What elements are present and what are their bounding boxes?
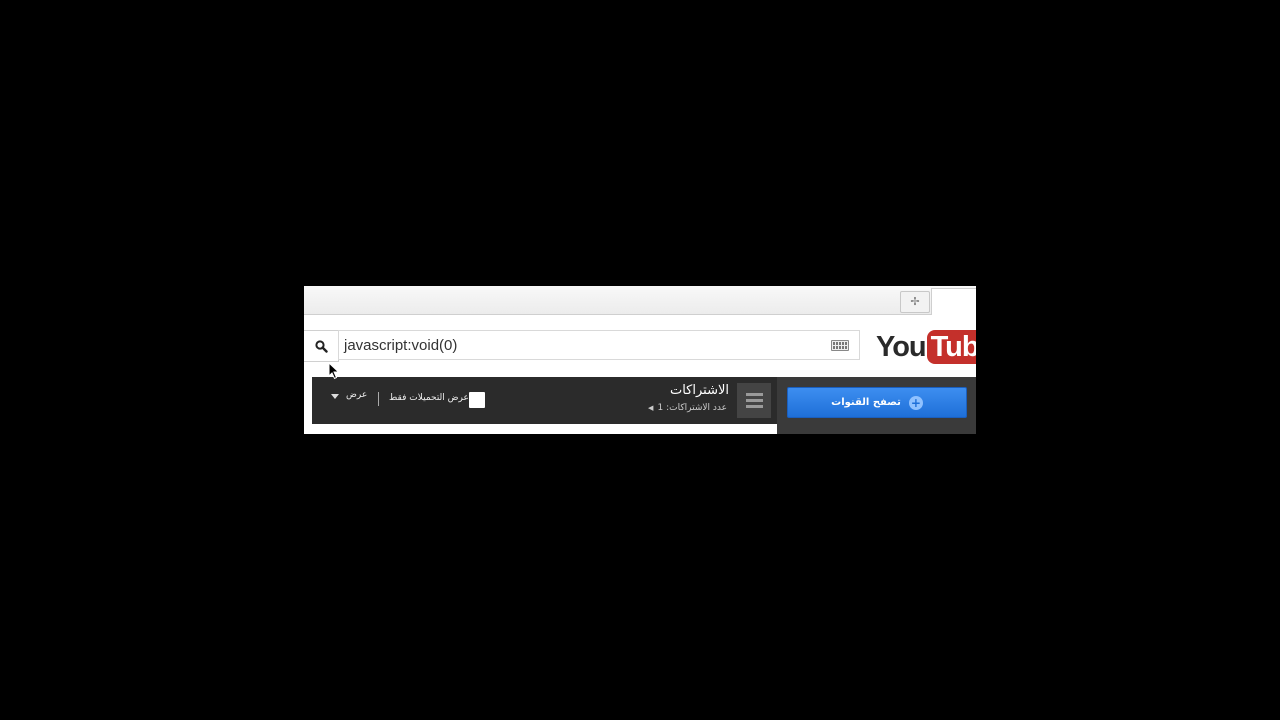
divider xyxy=(378,392,379,406)
logo-text-tube: Tube xyxy=(926,330,976,364)
subscriptions-bar: عرض عرض التحميلات فقط ◀ عدد الاشتراكات: … xyxy=(312,377,777,424)
chevron-left-icon[interactable]: ◀ xyxy=(648,404,653,412)
search-input[interactable]: javascript:void(0) xyxy=(338,330,860,360)
browse-channels-button[interactable]: تصفح القنوات + xyxy=(787,387,967,418)
logo-text-you: You xyxy=(876,330,927,363)
view-menu-label[interactable]: عرض xyxy=(346,390,367,400)
tab-strip: ✢ xyxy=(304,286,976,315)
browse-panel: تصفح القنوات + xyxy=(777,377,976,434)
uploads-only-checkbox[interactable] xyxy=(469,392,485,408)
browser-window: ✢ javascript:void(0) You Tube عرض عرض ال… xyxy=(304,286,976,434)
new-tab-button[interactable]: ✢ xyxy=(900,291,930,313)
search-icon xyxy=(314,339,328,353)
mouse-cursor-icon xyxy=(328,362,340,380)
subscriptions-title: الاشتراكات xyxy=(669,383,729,398)
browse-channels-label: تصفح القنوات xyxy=(831,397,901,408)
menu-icon xyxy=(745,393,763,396)
youtube-logo[interactable]: You Tube xyxy=(876,329,976,365)
browser-tab[interactable] xyxy=(931,288,976,315)
subscription-count: عدد الاشتراكات: 1 xyxy=(657,403,727,413)
uploads-only-label: عرض التحميلات فقط xyxy=(389,393,469,403)
menu-button[interactable] xyxy=(737,383,771,418)
keyboard-icon[interactable] xyxy=(831,340,849,351)
plus-circle-icon: + xyxy=(908,395,923,410)
chevron-down-icon[interactable] xyxy=(331,394,339,399)
search-button[interactable] xyxy=(304,330,339,362)
search-input-value: javascript:void(0) xyxy=(344,337,458,354)
new-tab-icon: ✢ xyxy=(910,295,920,308)
